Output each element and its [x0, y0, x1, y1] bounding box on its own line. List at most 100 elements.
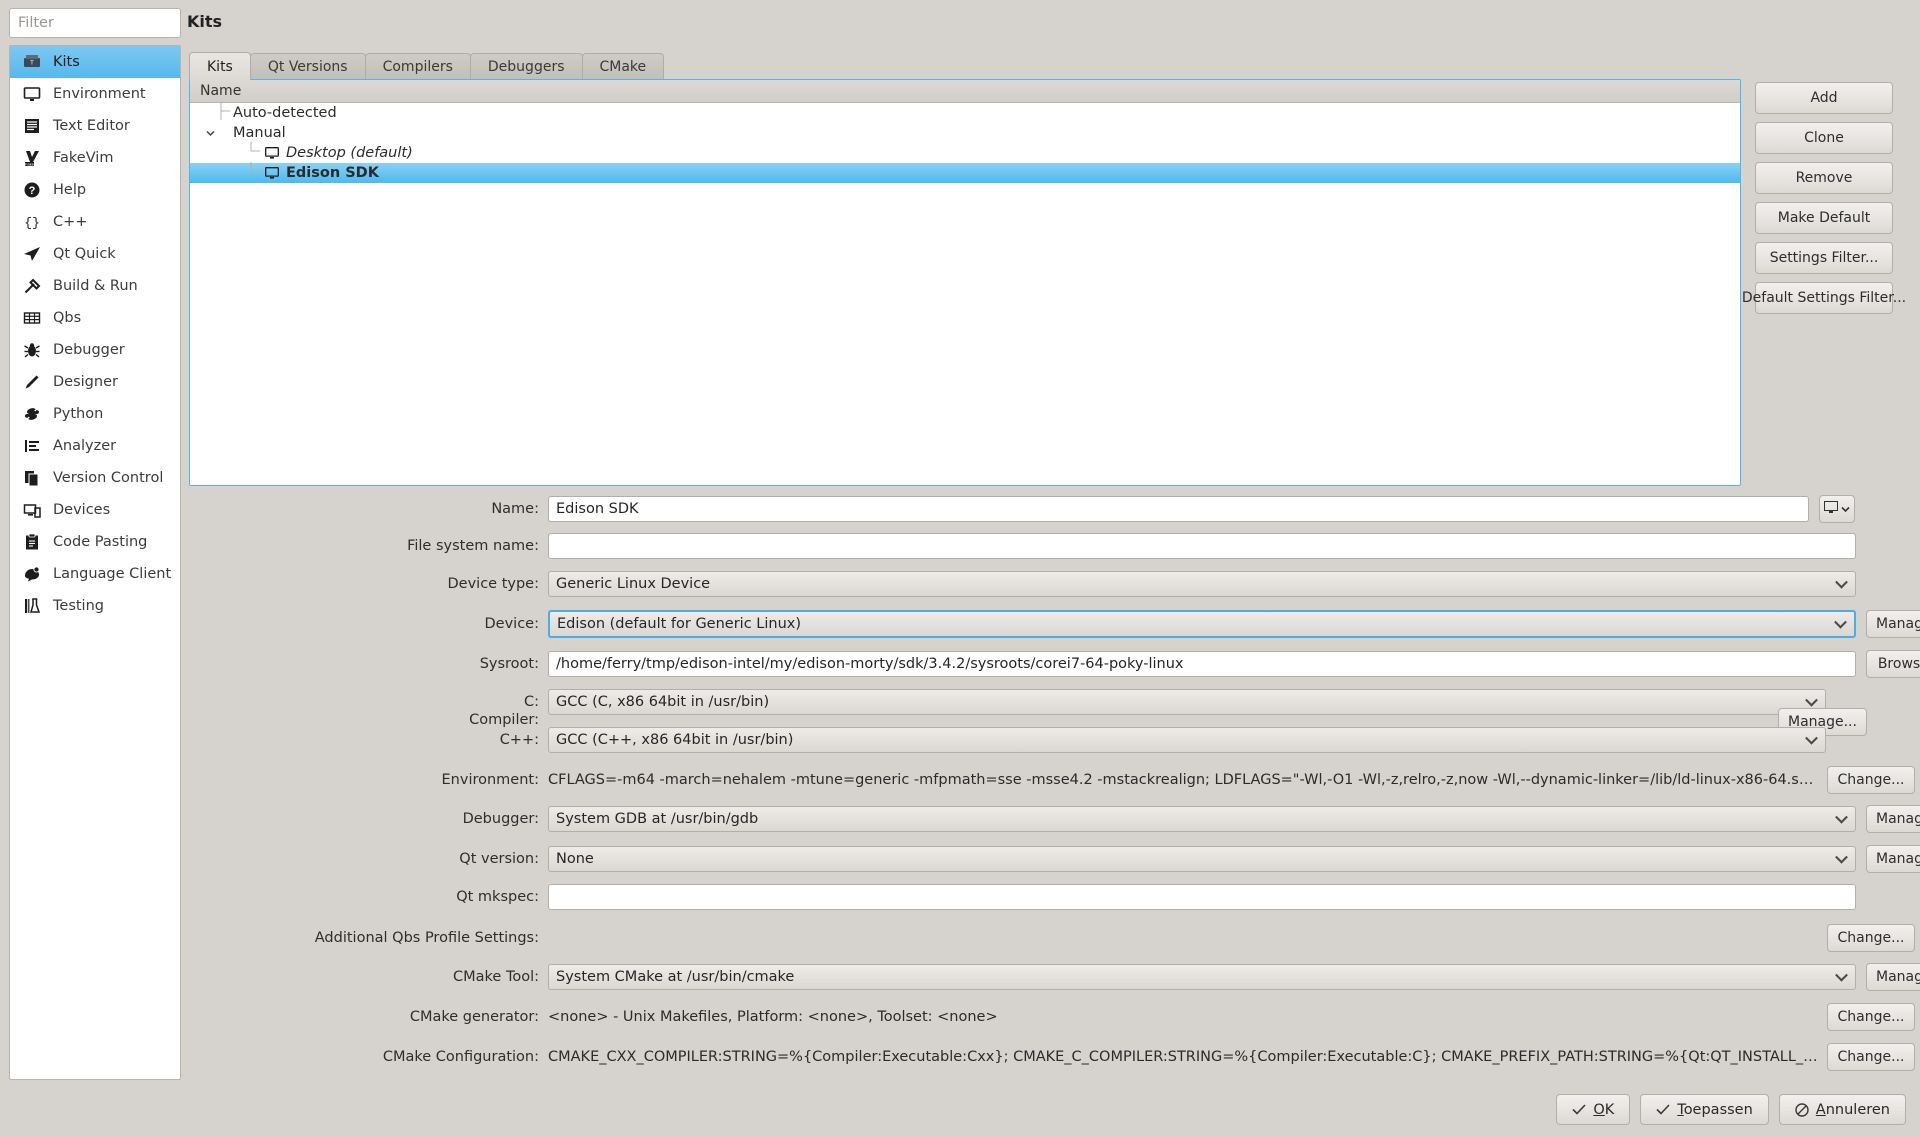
sidebar-item-python[interactable]: Python: [10, 398, 180, 430]
cmake-tool-combobox[interactable]: System CMake at /usr/bin/cmake: [548, 964, 1856, 990]
sidebar-item-qbs[interactable]: Qbs: [10, 302, 180, 334]
sidebar-item-label: Qbs: [53, 310, 82, 326]
ok-rest: K: [1604, 1101, 1615, 1118]
forbidden-icon: [1795, 1102, 1809, 1117]
filesystem-name-input[interactable]: [548, 533, 1856, 559]
hammer-icon: [22, 276, 42, 296]
ok-button[interactable]: OK: [1556, 1094, 1631, 1125]
sidebar-item-label: Designer: [53, 374, 118, 390]
remove-button[interactable]: Remove: [1755, 162, 1893, 194]
row-sysroot: Sysroot: /home/ferry/tmp/edison-intel/my…: [181, 650, 1920, 678]
make-default-button[interactable]: Make Default: [1755, 202, 1893, 234]
add-button[interactable]: Add: [1755, 82, 1893, 114]
cmake-configuration-label: CMake Configuration:: [382, 1049, 539, 1065]
monitor-icon: [22, 84, 42, 104]
sidebar-item-text-editor[interactable]: Text Editor: [10, 110, 180, 142]
filter-input[interactable]: [9, 8, 181, 38]
compiler-cpp-label: C++:: [499, 732, 539, 748]
fakevim-icon: Fake: [22, 148, 42, 168]
sidebar-item-designer[interactable]: Designer: [10, 366, 180, 398]
page-title: Kits: [187, 12, 223, 31]
sidebar-item-build-run[interactable]: Build & Run: [10, 270, 180, 302]
sidebar-item-code-pasting[interactable]: Code Pasting: [10, 526, 180, 558]
sidebar-item-kits[interactable]: T Kits: [10, 46, 180, 78]
environment-value: CFLAGS=-m64 -march=nehalem -mtune=generi…: [548, 772, 1821, 788]
sidebar-item-label: FakeVim: [53, 150, 114, 166]
clone-button[interactable]: Clone: [1755, 122, 1893, 154]
tab-compilers[interactable]: Compilers: [364, 53, 471, 80]
debugger-combobox[interactable]: System GDB at /usr/bin/gdb: [548, 806, 1856, 832]
sidebar-item-testing[interactable]: Testing: [10, 590, 180, 622]
device-type-label: Device type:: [447, 576, 539, 592]
device-combobox[interactable]: Edison (default for Generic Linux): [548, 610, 1856, 638]
sidebar-item-version-control[interactable]: Version Control: [10, 462, 180, 494]
settings-filter-button[interactable]: Settings Filter...: [1755, 242, 1893, 274]
tree-row[interactable]: Edison SDK: [190, 162, 1740, 183]
sidebar: T Kits Environment Text Editor Fake FakeVim ? H…: [9, 8, 181, 1081]
tab-cmake[interactable]: CMake: [581, 53, 665, 80]
default-settings-filter-button[interactable]: Default Settings Filter...: [1742, 282, 1906, 314]
qt-version-combobox[interactable]: None: [548, 846, 1856, 872]
ok-accel-char: O: [1593, 1101, 1605, 1118]
apply-button[interactable]: Toepassen: [1640, 1094, 1769, 1125]
row-filesystem-name: File system name:: [181, 533, 1856, 559]
qt-version-manage-button[interactable]: Manage...: [1866, 845, 1920, 873]
compiler-c-combobox[interactable]: GCC (C, x86 64bit in /usr/bin): [548, 689, 1826, 715]
tab-bar: Kits Qt Versions Compilers Debuggers CMake: [189, 52, 665, 80]
ok-button-label: OK: [1593, 1102, 1614, 1118]
sidebar-item-debugger[interactable]: Debugger: [10, 334, 180, 366]
cancel-button[interactable]: Annuleren: [1778, 1094, 1906, 1125]
kit-tree-view[interactable]: Name Auto-detected Manual Desktop (default…: [189, 79, 1741, 486]
sidebar-item-label: Environment: [53, 86, 146, 102]
tree-row[interactable]: Desktop (default): [190, 142, 1740, 163]
sidebar-item-fakevim[interactable]: Fake FakeVim: [10, 142, 180, 174]
language-client-icon: [22, 564, 42, 584]
sidebar-item-environment[interactable]: Environment: [10, 78, 180, 110]
compiler-cpp-combobox[interactable]: GCC (C++, x86 64bit in /usr/bin): [548, 727, 1826, 753]
name-input[interactable]: Edison SDK: [548, 496, 1809, 522]
sidebar-item-help[interactable]: ? Help: [10, 174, 180, 206]
row-cmake-generator: CMake generator: <none> - Unix Makefiles…: [181, 1003, 1915, 1031]
name-icon-dropdown-button[interactable]: [1819, 495, 1855, 523]
svg-text:T: T: [30, 61, 34, 67]
device-label: Device:: [484, 616, 539, 632]
debugger-manage-button[interactable]: Manage...: [1866, 805, 1920, 833]
grid-icon: [22, 308, 42, 328]
tree-row[interactable]: Auto-detected: [190, 102, 1740, 124]
sysroot-input[interactable]: /home/ferry/tmp/edison-intel/my/edison-m…: [548, 651, 1856, 677]
row-device: Device: Edison (default for Generic Linu…: [181, 610, 1920, 638]
sidebar-item-qt-quick[interactable]: Qt Quick: [10, 238, 180, 270]
tree-row[interactable]: Manual: [190, 123, 1740, 143]
sidebar-item-label: Devices: [53, 502, 111, 518]
sidebar-item-c[interactable]: {} C++: [10, 206, 180, 238]
monitor-icon: [263, 166, 280, 180]
monitor-icon: [263, 146, 280, 160]
check-icon: [1572, 1104, 1586, 1115]
tree-branch-line: [217, 102, 233, 124]
tab-kits[interactable]: Kits: [189, 52, 251, 80]
sidebar-item-devices[interactable]: Devices: [10, 494, 180, 526]
sidebar-item-label: Version Control: [53, 470, 164, 486]
sidebar-item-analyzer[interactable]: Analyzer: [10, 430, 180, 462]
svg-text:?: ?: [29, 185, 36, 197]
row-compiler-group: Compiler:: [181, 712, 548, 728]
cmake-configuration-change-button[interactable]: Change...: [1827, 1043, 1915, 1071]
tab-label: Compilers: [382, 59, 453, 75]
cmake-generator-change-button[interactable]: Change...: [1827, 1003, 1915, 1031]
sidebar-item-label: Testing: [53, 598, 104, 614]
chevron-down-icon[interactable]: [204, 127, 217, 140]
qt-mkspec-input[interactable]: [548, 884, 1856, 910]
cmake-tool-manage-button[interactable]: Manage...: [1866, 963, 1920, 991]
tab-debuggers[interactable]: Debuggers: [469, 53, 583, 80]
chevron-down-icon: [1841, 501, 1850, 517]
row-qbs-profile: Additional Qbs Profile Settings: Change.…: [181, 924, 1915, 952]
row-name: Name: Edison SDK: [181, 495, 1855, 523]
qbs-profile-change-button[interactable]: Change...: [1827, 924, 1915, 952]
environment-change-button[interactable]: Change...: [1827, 766, 1915, 794]
tab-qt-versions[interactable]: Qt Versions: [249, 53, 366, 80]
sysroot-browse-button[interactable]: Browse...: [1866, 650, 1920, 678]
row-environment: Environment: CFLAGS=-m64 -march=nehalem …: [181, 766, 1915, 794]
sidebar-item-language-client[interactable]: Language Client: [10, 558, 180, 590]
device-manage-button[interactable]: Manage...: [1866, 610, 1920, 638]
device-type-combobox[interactable]: Generic Linux Device: [548, 571, 1856, 597]
